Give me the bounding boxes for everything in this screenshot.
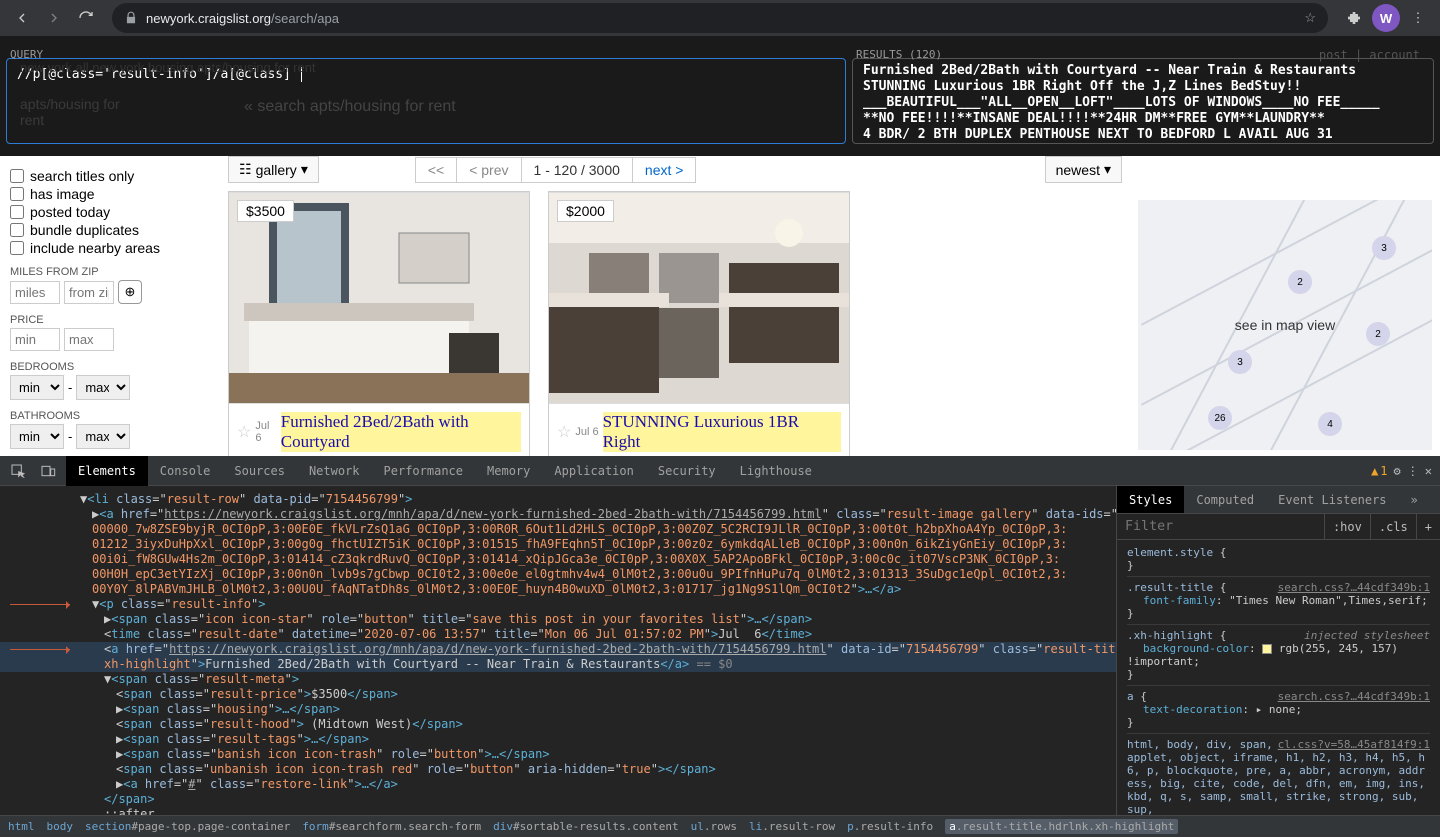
extensions-icon[interactable] <box>1340 4 1368 32</box>
bath-min-select[interactable]: min <box>10 424 64 449</box>
results-list: Furnished 2Bed/2Bath with Courtyard -- N… <box>852 58 1434 144</box>
breadcrumb-item[interactable]: body <box>47 820 74 833</box>
url-path: /search/apa <box>271 11 339 26</box>
more-tabs-icon[interactable]: » <box>1399 486 1430 513</box>
bed-min-select[interactable]: min <box>10 375 64 400</box>
devtools-tab-performance[interactable]: Performance <box>372 456 475 486</box>
devtools-tab-console[interactable]: Console <box>148 456 223 486</box>
results-label: RESULTS (120) <box>856 48 942 61</box>
listing-title-link[interactable]: Furnished 2Bed/2Bath with Courtyard <box>281 412 521 452</box>
page-range: 1 - 120 / 3000 <box>522 158 633 182</box>
bathrooms-label: BATHROOMS <box>10 410 210 422</box>
styles-filter-input[interactable] <box>1117 515 1324 538</box>
xpath-overlay: QUERY new york all new york housing apts… <box>0 36 1440 156</box>
forward-button[interactable] <box>40 4 68 32</box>
devtools-tab-elements[interactable]: Elements <box>66 456 148 486</box>
breadcrumb[interactable]: html body section#page-top.page-container f… <box>0 815 1440 837</box>
back-button[interactable] <box>8 4 36 32</box>
listing-image[interactable]: $3500 <box>229 192 529 404</box>
price-badge: $3500 <box>237 200 294 222</box>
styles-tab[interactable]: Event Listeners <box>1266 486 1398 513</box>
devtools-tab-application[interactable]: Application <box>542 456 645 486</box>
devtools-tab-network[interactable]: Network <box>297 456 372 486</box>
devtools-tab-lighthouse[interactable]: Lighthouse <box>728 456 824 486</box>
breadcrumb-item[interactable]: a.result-title.hdrlnk.xh-highlight <box>945 819 1178 834</box>
price-label: PRICE <box>10 314 210 326</box>
bath-max-select[interactable]: max <box>76 424 130 449</box>
styles-tab[interactable]: Computed <box>1184 486 1266 513</box>
filter-checkbox-4[interactable] <box>10 241 24 255</box>
styles-tab[interactable]: Styles <box>1117 486 1184 513</box>
devtools-tab-sources[interactable]: Sources <box>222 456 297 486</box>
browser-toolbar: newyork.craigslist.org/search/apa ☆ W ⋮ <box>0 0 1440 36</box>
bedrooms-label: BEDROOMS <box>10 361 210 373</box>
breadcrumb-item[interactable]: li.result-row <box>749 820 835 833</box>
query-label: QUERY <box>10 48 43 61</box>
devtools-settings-icon[interactable]: ⚙ <box>1394 464 1401 478</box>
listing-card[interactable]: $2000 ☆ Jul 6 STUNNING Luxurious 1BR Rig… <box>548 191 850 461</box>
main-area: ☷ gallery ▾ << < prev 1 - 120 / 3000 nex… <box>220 156 1130 456</box>
next-page-button[interactable]: next > <box>633 158 696 182</box>
star-icon[interactable]: ☆ <box>237 422 251 442</box>
cls-toggle[interactable]: .cls <box>1370 514 1416 539</box>
devtools-menu-icon[interactable]: ⋮ <box>1407 464 1419 478</box>
breadcrumb-item[interactable]: form#searchform.search-form <box>302 820 481 833</box>
add-style-button[interactable]: + <box>1416 514 1440 539</box>
filter-label: bundle duplicates <box>30 222 139 238</box>
filter-checkbox-0[interactable] <box>10 169 24 183</box>
filter-label: has image <box>30 186 95 202</box>
elements-tree[interactable]: ▼<li class="result-row" data-pid="715445… <box>0 486 1116 815</box>
filter-label: posted today <box>30 204 110 220</box>
listing-date: Jul 6 <box>575 426 598 438</box>
filter-checkbox-1[interactable] <box>10 187 24 201</box>
gallery-view-button[interactable]: ☷ gallery ▾ <box>228 156 319 183</box>
sort-select[interactable]: newest ▾ <box>1045 156 1122 183</box>
hov-toggle[interactable]: :hov <box>1324 514 1370 539</box>
devtools-close-icon[interactable]: ✕ <box>1425 464 1432 478</box>
listing-title-link[interactable]: STUNNING Luxurious 1BR Right <box>603 412 841 452</box>
miles-from-zip-label: MILES FROM ZIP <box>10 266 210 278</box>
price-badge: $2000 <box>557 200 614 222</box>
prev-page-button[interactable]: < prev <box>457 158 521 182</box>
warning-badge[interactable]: ▲ 1 <box>1371 464 1387 478</box>
device-toolbar-icon[interactable] <box>34 456 62 486</box>
url-host: newyork.craigslist.org <box>146 11 271 26</box>
filters-sidebar: search titles only has image posted today b… <box>0 156 220 456</box>
inspect-tool-icon[interactable] <box>4 456 32 486</box>
zip-input[interactable] <box>64 281 114 304</box>
lock-icon <box>124 11 138 25</box>
map-preview[interactable]: see in map view 3 2 3 26 4 2 <box>1138 200 1432 450</box>
star-icon[interactable]: ☆ <box>557 422 571 442</box>
filter-checkbox-2[interactable] <box>10 205 24 219</box>
miles-input[interactable] <box>10 281 60 304</box>
devtools-panel: ElementsConsoleSourcesNetworkPerformance… <box>0 456 1440 837</box>
listing-image[interactable]: $2000 <box>549 192 849 404</box>
breadcrumb-item[interactable]: section#page-top.page-container <box>85 820 290 833</box>
listing-card[interactable]: $3500 ☆ Jul 6 Furnished 2Bed/2Bath with … <box>228 191 530 461</box>
price-min-input[interactable] <box>10 328 60 351</box>
first-page-button[interactable]: << <box>416 158 457 182</box>
menu-icon[interactable]: ⋮ <box>1404 4 1432 32</box>
bed-max-select[interactable]: max <box>76 375 130 400</box>
profile-avatar[interactable]: W <box>1372 4 1400 32</box>
listing-date: Jul 6 <box>255 420 276 444</box>
price-max-input[interactable] <box>64 328 114 351</box>
map-label: see in map view <box>1235 317 1335 333</box>
locate-icon[interactable]: ⊕ <box>118 280 142 304</box>
url-bar[interactable]: newyork.craigslist.org/search/apa ☆ <box>112 3 1328 33</box>
styles-panel: StylesComputedEvent Listeners» :hov .cls… <box>1116 486 1440 815</box>
devtools-tab-security[interactable]: Security <box>646 456 728 486</box>
filter-label: search titles only <box>30 168 134 184</box>
devtools-tab-memory[interactable]: Memory <box>475 456 542 486</box>
reload-button[interactable] <box>72 4 100 32</box>
breadcrumb-item[interactable]: html <box>8 820 35 833</box>
breadcrumb-item[interactable]: ul.rows <box>691 820 737 833</box>
breadcrumb-item[interactable]: div#sortable-results.content <box>493 820 678 833</box>
filter-checkbox-3[interactable] <box>10 223 24 237</box>
breadcrumb-item[interactable]: p.result-info <box>847 820 933 833</box>
post-account-links: post | account <box>1319 48 1420 62</box>
star-icon[interactable]: ☆ <box>1304 10 1316 26</box>
filter-label: include nearby areas <box>30 240 160 256</box>
